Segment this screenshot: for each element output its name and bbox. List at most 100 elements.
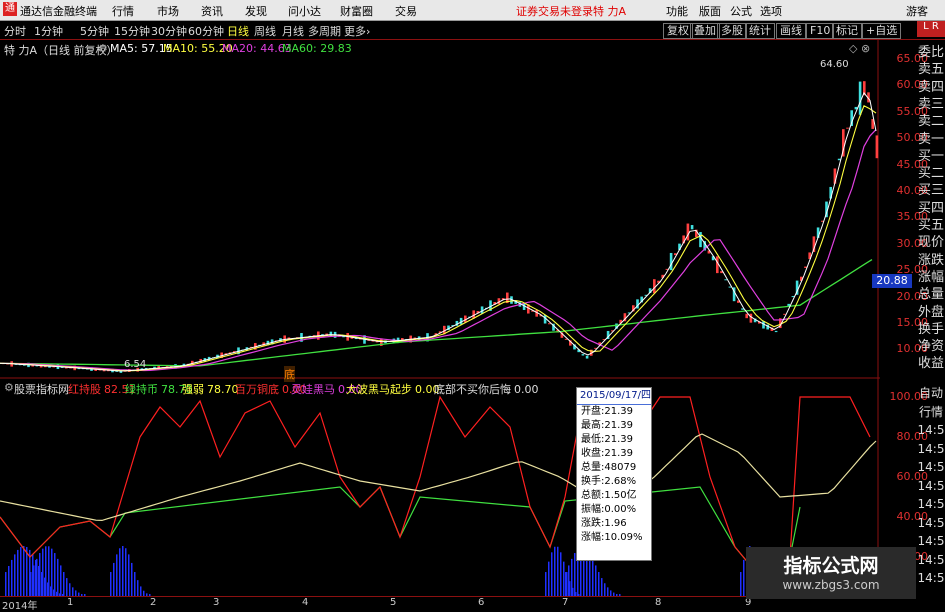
quote-field-label[interactable]: 委比 [917, 44, 945, 62]
quote-field-label[interactable]: 卖二 [917, 113, 945, 131]
indicator-bar [571, 558, 573, 596]
quote-field-label[interactable]: 外盘 [917, 304, 945, 322]
quote-field-label[interactable]: 卖一 [917, 131, 945, 149]
tab-60min[interactable]: 60分钟 [188, 23, 224, 39]
quote-field-label[interactable]: 涨跌 [917, 252, 945, 270]
tick-list-item[interactable]: 14:5 [917, 532, 945, 550]
indicator-settings-icon[interactable]: ⚙ [4, 381, 14, 394]
menu-item-ask[interactable]: 问小达 [288, 3, 321, 19]
menu-item-wealth[interactable]: 财富圈 [340, 3, 373, 19]
quote-field-label[interactable]: 净资 [917, 338, 945, 356]
quote-field-label[interactable]: 卖四 [917, 79, 945, 97]
indicator-bar [140, 586, 142, 596]
indicator-label: 大波黑马起步 [346, 383, 412, 396]
f10-button[interactable]: F10 [806, 23, 835, 39]
date-tick-label: 8 [655, 597, 662, 608]
tick-list-item[interactable]: 14:5 [917, 495, 945, 513]
quote-field-label[interactable]: 买二 [917, 165, 945, 183]
indicator-bar [23, 546, 25, 596]
indicator-bar [36, 558, 38, 596]
indicator-bar [125, 548, 127, 596]
candle [791, 296, 795, 298]
tab-intraday[interactable]: 分时 [4, 23, 26, 39]
indicator-label: 绿持币 [125, 383, 158, 396]
quote-field-label[interactable]: 买一 [917, 148, 945, 166]
tab-more[interactable]: 更多› [344, 23, 370, 39]
indicator-bar [72, 587, 74, 596]
tick-list-item[interactable]: 14:5 [917, 440, 945, 458]
tab-monthly[interactable]: 月线 [282, 23, 304, 39]
quote-field-label[interactable]: 涨幅 [917, 269, 945, 287]
tick-list-item[interactable]: 14:5 [917, 421, 945, 439]
candle [581, 354, 585, 356]
date-tick-label: 6 [478, 597, 485, 608]
indicator-bar [607, 587, 609, 596]
tick-list-item[interactable]: 14:5 [917, 551, 945, 569]
quote-field-label[interactable]: 买三 [917, 182, 945, 200]
menu-options[interactable]: 选项 [760, 3, 782, 19]
menu-item-discover[interactable]: 发现 [245, 3, 267, 19]
draw-line-button[interactable]: 画线 [776, 23, 806, 39]
indicator-bar [119, 548, 121, 596]
overlay-button[interactable]: 叠加 [690, 23, 720, 39]
indicator-label: 百万铜底 [235, 383, 279, 396]
quote-field-label[interactable]: 总量 [917, 286, 945, 304]
watermark: 指标公式网 www.zbgs3.com [746, 547, 916, 599]
quote-field-label[interactable]: 买四 [917, 200, 945, 218]
tab-weekly[interactable]: 周线 [254, 23, 276, 39]
menu-layout[interactable]: 版面 [699, 3, 721, 19]
tick-list-item[interactable]: 行情 [917, 403, 945, 421]
quote-field-label[interactable]: 买五 [917, 217, 945, 235]
indicator-bar [128, 554, 130, 596]
indicator-bar [134, 572, 136, 596]
multi-stock-button[interactable]: 多股 [717, 23, 747, 39]
statistics-button[interactable]: 统计 [745, 23, 775, 39]
indicator-bar [598, 572, 600, 596]
watermark-title: 指标公式网 [783, 555, 879, 577]
quote-field-label[interactable]: 换手 [917, 321, 945, 339]
indicator-label: 强弱 [182, 383, 204, 396]
indicator-bar [554, 546, 556, 596]
quote-field-label[interactable]: 卖三 [917, 96, 945, 114]
menu-item-quotes[interactable]: 行情 [112, 3, 134, 19]
quote-field-label[interactable]: 现价 [917, 234, 945, 252]
indicator-bars [5, 546, 769, 596]
tick-list-item[interactable]: 自动 [917, 384, 945, 402]
indicator-bar [48, 546, 50, 596]
tab-daily[interactable]: 日线 [227, 23, 249, 39]
rights-adjust-button[interactable]: 复权 [663, 23, 693, 39]
indicator-label: 灵娃黑马 [291, 383, 335, 396]
indicator-bar [63, 572, 65, 596]
tick-list-item[interactable]: 14:5 [917, 569, 945, 587]
quote-field-label[interactable]: 收益 [917, 355, 945, 373]
tooltip-row: 开盘:21.39 [581, 406, 633, 417]
ma60-line [0, 259, 873, 367]
tab-30min[interactable]: 30分钟 [151, 23, 187, 39]
menu-function[interactable]: 功能 [666, 3, 688, 19]
mark-button[interactable]: 标记 [832, 23, 862, 39]
tick-list-item[interactable]: 14:5 [917, 514, 945, 532]
indicator-bar [5, 572, 7, 596]
login-status[interactable]: 证券交易未登录 [516, 3, 593, 19]
indicator-bar [740, 572, 742, 596]
menu-item-news[interactable]: 资讯 [201, 3, 223, 19]
indicator-bar [14, 554, 16, 596]
menu-item-market[interactable]: 市场 [157, 3, 179, 19]
candle [690, 225, 694, 230]
high-mark: 64.60 [820, 59, 849, 70]
add-watchlist-button[interactable]: +自选 [862, 23, 902, 39]
menu-guest[interactable]: 游客 [906, 3, 928, 19]
quote-field-label[interactable]: 卖五 [917, 61, 945, 79]
date-tick-label: 2 [150, 597, 157, 608]
indicator-bar [69, 583, 71, 596]
tick-list-item[interactable]: 14:5 [917, 458, 945, 476]
panel-badge[interactable]: L R [917, 21, 945, 37]
tick-list-item[interactable]: 14:5 [917, 477, 945, 495]
tab-multi-period[interactable]: 多周期 [308, 23, 341, 39]
menu-item-trade[interactable]: 交易 [395, 3, 417, 19]
menu-formula[interactable]: 公式 [730, 3, 752, 19]
tab-5min[interactable]: 5分钟 [80, 23, 109, 39]
badge-r: R [931, 21, 939, 32]
tab-1min[interactable]: 1分钟 [34, 23, 63, 39]
tab-15min[interactable]: 15分钟 [114, 23, 150, 39]
